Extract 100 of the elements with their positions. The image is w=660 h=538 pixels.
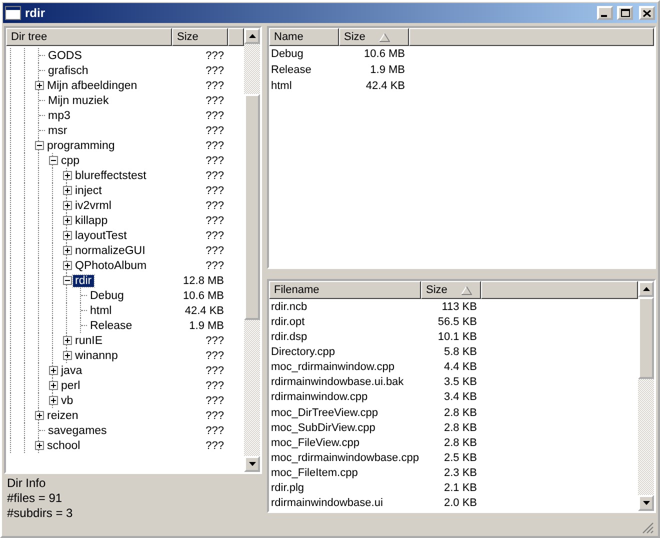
dir-info-text: #subdirs = 3 <box>7 506 74 521</box>
column-header[interactable]: Dir tree <box>6 28 172 46</box>
name-cell[interactable]: Release <box>269 64 339 76</box>
tree-item[interactable]: normalizeGUI <box>73 244 148 256</box>
tree-item[interactable]: vb <box>59 394 76 406</box>
minimize-button[interactable] <box>597 6 613 20</box>
expand-icon[interactable] <box>63 246 72 255</box>
expand-icon[interactable] <box>63 216 72 225</box>
tree-item[interactable]: savegames <box>46 424 109 436</box>
close-button[interactable] <box>639 6 655 20</box>
tree-item[interactable]: iv2vrml <box>73 200 114 212</box>
size-cell-text: ??? <box>204 334 225 346</box>
name-cell[interactable]: Debug <box>269 48 339 60</box>
tree-item[interactable]: killapp <box>73 214 110 226</box>
expand-icon[interactable] <box>35 411 44 420</box>
column-header[interactable]: Filename <box>269 281 421 299</box>
expand-icon[interactable] <box>49 366 58 375</box>
file-name-cell[interactable]: moc_rdirmainwindow.cpp <box>269 361 421 374</box>
expand-icon[interactable] <box>63 186 72 195</box>
tree-item[interactable]: java <box>59 364 84 376</box>
tree-item[interactable]: programming <box>45 140 117 152</box>
size-cell-text: ??? <box>204 350 225 362</box>
expand-icon[interactable] <box>63 261 72 270</box>
file-name-cell[interactable]: rdirmainwindowbase.ui.bak <box>269 376 421 388</box>
size-cell-text: 5.8 KB <box>442 346 478 358</box>
size-cell-text: 2.8 KB <box>442 406 478 419</box>
scrollbar-thumb[interactable] <box>244 94 260 320</box>
expand-icon[interactable] <box>63 351 72 360</box>
tree-item[interactable]: mp3 <box>46 110 72 122</box>
expand-icon[interactable] <box>63 231 72 240</box>
file-name-cell[interactable]: moc_SubDirView.cpp <box>269 422 421 434</box>
expand-icon[interactable] <box>49 396 58 405</box>
tree-item[interactable]: GODS <box>46 50 84 62</box>
scroll-down-button[interactable] <box>638 495 654 511</box>
tree-item[interactable]: Debug <box>88 290 126 302</box>
size-cell-text: 10.1 KB <box>436 330 478 343</box>
tree-item[interactable]: cpp <box>59 154 82 166</box>
scrollbar-thumb[interactable] <box>638 297 654 379</box>
file-name-cell[interactable]: rdirmainwindowbase.ui <box>269 497 421 510</box>
tree-item[interactable]: rdir <box>73 274 94 286</box>
size-cell-text: 3.5 KB <box>442 376 478 388</box>
tree-item[interactable]: Release <box>88 320 134 332</box>
tree-item[interactable]: winannp <box>73 350 120 362</box>
file-name-cell[interactable]: rdir.plg <box>269 482 421 494</box>
expand-icon[interactable] <box>63 171 72 180</box>
size-cell-text: 42.4 KB <box>184 304 225 316</box>
file-name-cell[interactable]: rdir.opt <box>269 316 421 328</box>
scroll-down-button[interactable] <box>244 456 260 472</box>
size-cell-text: 4.4 KB <box>442 361 478 374</box>
column-header[interactable]: Size <box>339 28 409 46</box>
size-cell-text: 56.5 KB <box>436 316 478 328</box>
size-cell-text: ??? <box>204 410 225 422</box>
expand-icon[interactable] <box>63 336 72 345</box>
size-cell-text: ??? <box>204 200 225 212</box>
collapse-icon[interactable] <box>49 156 58 165</box>
tree-item[interactable]: grafisch <box>46 64 90 76</box>
tree-item[interactable]: reizen <box>45 410 80 422</box>
file-name-cell[interactable]: rdir.ncb <box>269 300 421 313</box>
tree-item[interactable]: layoutTest <box>73 230 129 242</box>
size-cell-text: ??? <box>204 364 225 376</box>
maximize-button[interactable] <box>617 6 633 20</box>
tree-item[interactable]: blureffectstest <box>73 170 148 182</box>
size-cell-text: 2.5 KB <box>442 452 478 464</box>
file-name-cell[interactable]: rdirmainwindow.cpp <box>269 391 421 404</box>
size-cell-text: ??? <box>204 64 225 76</box>
dir-info-text: Dir Info <box>7 476 47 491</box>
size-cell-text: ??? <box>204 80 225 92</box>
scroll-up-button[interactable] <box>638 281 654 297</box>
tree-item[interactable]: school <box>45 440 82 452</box>
tree-item[interactable]: runIE <box>73 334 104 346</box>
file-name-cell[interactable]: moc_FileView.cpp <box>269 436 421 449</box>
collapse-icon[interactable] <box>63 276 72 285</box>
close-icon <box>643 10 651 16</box>
column-header[interactable]: Name <box>269 28 339 46</box>
expand-icon[interactable] <box>35 441 44 450</box>
expand-icon[interactable] <box>63 201 72 210</box>
tree-item[interactable]: Mijn muziek <box>46 94 111 106</box>
file-name-cell[interactable]: rdir.dsp <box>269 330 421 343</box>
tree-item[interactable]: html <box>88 304 114 316</box>
column-header[interactable]: Size <box>421 281 481 299</box>
file-name-cell[interactable]: moc_rdirmainwindowbase.cpp <box>269 452 421 464</box>
expand-icon[interactable] <box>35 81 44 90</box>
down-arrow-icon <box>642 501 650 505</box>
file-name-cell[interactable]: moc_DirTreeView.cpp <box>269 406 421 419</box>
scroll-up-button[interactable] <box>244 28 260 44</box>
tree-item[interactable]: inject <box>73 184 104 196</box>
collapse-icon[interactable] <box>35 141 44 150</box>
up-arrow-icon <box>248 34 256 38</box>
file-name-cell[interactable]: moc_FileItem.cpp <box>269 467 421 480</box>
file-name-cell[interactable]: Directory.cpp <box>269 346 421 358</box>
column-header[interactable]: Size <box>172 28 228 46</box>
size-cell-text: ??? <box>204 244 225 256</box>
tree-item[interactable]: Mijn afbeeldingen <box>45 80 140 92</box>
tree-item[interactable]: perl <box>59 380 82 392</box>
name-cell[interactable]: html <box>269 80 339 92</box>
tree-item[interactable]: QPhotoAlbum <box>73 260 149 272</box>
size-grip-icon[interactable] <box>642 522 654 534</box>
tree-item[interactable]: msr <box>46 124 70 136</box>
size-cell-text: 10.6 MB <box>363 48 406 60</box>
expand-icon[interactable] <box>49 381 58 390</box>
